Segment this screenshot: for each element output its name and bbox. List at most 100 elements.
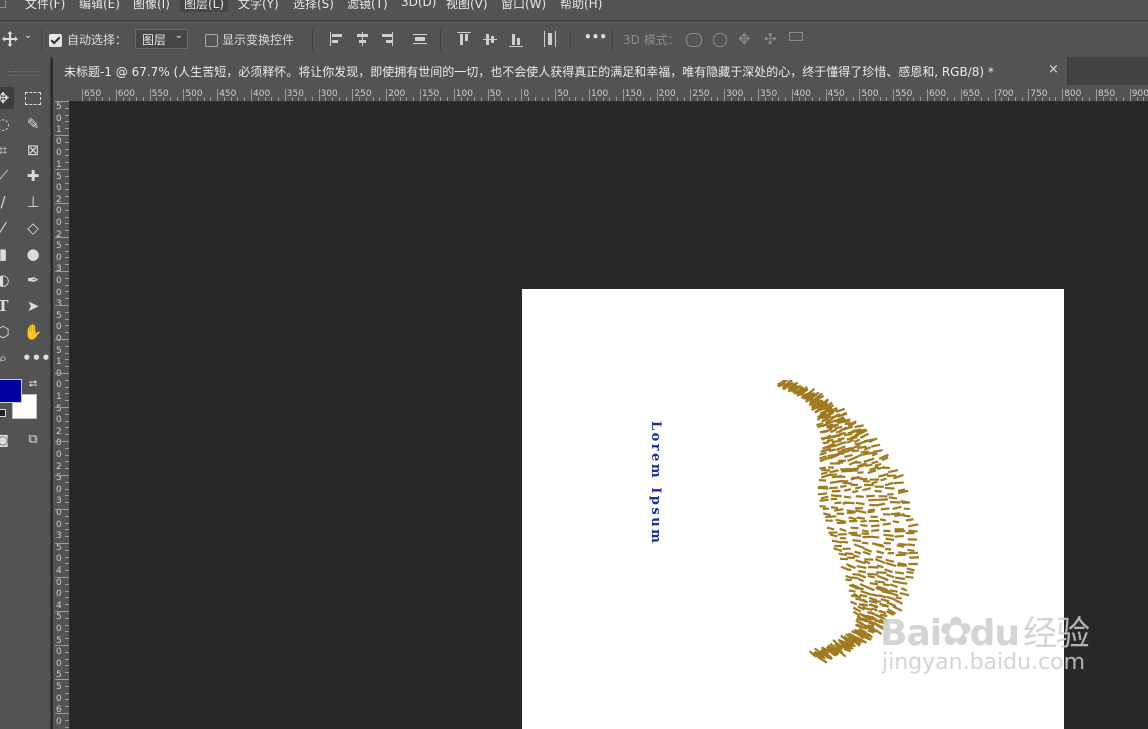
- menu-item-9[interactable]: 窗口(W): [501, 0, 546, 12]
- shape-tool-icon[interactable]: ⬡: [0, 321, 14, 343]
- ruler-minor-tick: [359, 97, 361, 101]
- type-tool-icon[interactable]: T: [0, 295, 14, 317]
- pen-tool-icon[interactable]: ✒: [22, 269, 44, 291]
- menu-item-6[interactable]: 滤镜(T): [347, 0, 388, 12]
- align-bottom-icon[interactable]: [509, 31, 523, 47]
- dodge-tool-icon[interactable]: ◐: [0, 269, 14, 291]
- watermark-suffix: 经验: [1023, 614, 1090, 654]
- layer-dropdown[interactable]: 图层 ⌄: [135, 29, 188, 49]
- ruler-label: 0: [56, 450, 62, 460]
- art-stroke: [831, 489, 841, 493]
- chevron-down-icon[interactable]: ⌄: [24, 30, 32, 41]
- history-brush-tool-icon[interactable]: ⁄: [0, 217, 14, 239]
- art-stroke: [880, 598, 890, 603]
- ruler-minor-tick: [65, 672, 69, 674]
- ruler-label: 0: [56, 148, 62, 159]
- menu-item-1[interactable]: 编辑(E): [79, 0, 120, 12]
- art-stroke: [846, 556, 855, 559]
- auto-select-checkbox[interactable]: [49, 34, 62, 47]
- align-right-icon[interactable]: [380, 31, 394, 47]
- move-tool-icon[interactable]: [2, 31, 18, 47]
- 3d-slide-icon[interactable]: ✣: [764, 30, 777, 48]
- frame-tool-icon[interactable]: ⊠: [22, 139, 44, 161]
- marquee-tool-icon[interactable]: [22, 87, 44, 109]
- vertical-ruler[interactable]: 5010015020025030035005100150200250300350…: [53, 101, 70, 729]
- screen-mode-icon[interactable]: ⧉: [22, 429, 44, 451]
- ruler-minor-tick: [507, 97, 509, 101]
- ruler-tick: [758, 89, 759, 101]
- brush-tool-icon[interactable]: ∕: [0, 191, 14, 213]
- vertical-text-layer[interactable]: Lorem Ipsum: [648, 421, 663, 545]
- 3d-camera-icon[interactable]: [789, 32, 803, 41]
- document-tab[interactable]: 未标题-1 @ 67.7% (人生苦短，必须释怀。将让你发现，即使拥有世间的一切…: [53, 57, 1068, 85]
- ruler-minor-tick: [1068, 97, 1070, 101]
- eraser-tool-icon[interactable]: ◇: [22, 217, 44, 239]
- ruler-minor-tick: [65, 332, 69, 334]
- blur-tool-icon[interactable]: ●: [22, 243, 44, 265]
- move-tool-icon[interactable]: ✥: [0, 87, 14, 109]
- ruler-label: 0: [56, 589, 62, 600]
- close-icon[interactable]: ×: [1048, 62, 1059, 77]
- healing-brush-tool-icon[interactable]: ✚: [22, 165, 44, 187]
- ruler-minor-tick: [55, 543, 69, 544]
- align-left-icon[interactable]: [329, 31, 343, 47]
- menu-item-3[interactable]: 图层(L): [180, 0, 229, 12]
- gradient-tool-icon[interactable]: ▮: [0, 243, 14, 265]
- ruler-label: 600: [117, 89, 135, 99]
- zoom-tool-icon[interactable]: ⌕: [0, 347, 14, 369]
- show-transform-checkbox[interactable]: [205, 34, 218, 47]
- menu-item-4[interactable]: 文字(Y): [238, 0, 279, 12]
- art-stroke: [894, 571, 905, 575]
- align-top-icon[interactable]: [457, 31, 471, 47]
- 3d-roll-icon[interactable]: [713, 33, 727, 47]
- menu-item-10[interactable]: 帮助(H): [560, 0, 602, 12]
- menu-item-5[interactable]: 选择(S): [293, 0, 334, 12]
- crop-tool-icon[interactable]: ⌗: [0, 139, 14, 161]
- ruler-tick: [183, 89, 185, 101]
- ruler-minor-tick: [1082, 97, 1084, 101]
- path-select-tool-icon[interactable]: ➤: [22, 295, 44, 317]
- menu-item-8[interactable]: 视图(V): [446, 0, 488, 12]
- art-stroke: [825, 515, 837, 519]
- distribute-vertical-icon[interactable]: [543, 31, 557, 47]
- 3d-pan-icon[interactable]: ✥: [738, 30, 751, 48]
- ruler-minor-tick: [399, 97, 401, 101]
- art-stroke: [854, 485, 862, 490]
- ruler-minor-tick: [65, 651, 69, 653]
- foreground-color-swatch[interactable]: [0, 379, 22, 403]
- quick-mask-icon[interactable]: ◙: [0, 429, 14, 451]
- horizontal-ruler[interactable]: 650 600 550 500 450 400 350 300 250 200 150 100 50 0 5…: [53, 85, 1148, 102]
- art-stroke: [861, 541, 869, 545]
- ruler-label: 1: [56, 392, 62, 402]
- ruler-label: 250: [354, 89, 372, 99]
- app-logo-icon[interactable]: [0, 0, 6, 8]
- ruler-minor-tick: [933, 97, 935, 101]
- align-horizontal-center-icon[interactable]: [355, 31, 369, 47]
- ruler-label: 250: [692, 89, 710, 99]
- ruler-tick: [589, 89, 590, 101]
- art-stroke: [892, 520, 900, 524]
- ruler-minor-tick: [55, 237, 69, 238]
- align-vertical-center-icon[interactable]: [483, 31, 497, 47]
- more-options-button[interactable]: •••: [584, 30, 607, 44]
- ruler-minor-tick: [278, 97, 280, 101]
- menu-item-2[interactable]: 图像(I): [133, 0, 170, 12]
- hand-tool-icon[interactable]: ✋: [22, 321, 44, 343]
- ruler-label: 0: [56, 136, 62, 147]
- swap-colors-icon[interactable]: ⮂: [22, 373, 44, 395]
- lasso-tool-icon[interactable]: ◌: [0, 113, 14, 135]
- art-stroke: [844, 453, 853, 458]
- more-tools-icon[interactable]: •••: [22, 347, 51, 369]
- ruler-minor-tick: [730, 97, 732, 101]
- ruler-minor-tick: [913, 97, 915, 101]
- default-colors-icon[interactable]: [0, 409, 6, 417]
- art-stroke: [854, 550, 862, 555]
- 3d-orbit-icon[interactable]: [686, 33, 702, 47]
- clone-stamp-tool-icon[interactable]: ⊥: [22, 191, 44, 213]
- menu-item-7[interactable]: 3D(D): [401, 0, 436, 9]
- menu-item-0[interactable]: 文件(F): [25, 0, 65, 12]
- quick-select-tool-icon[interactable]: ✎: [22, 113, 44, 135]
- distribute-horizontal-icon[interactable]: [413, 31, 427, 47]
- art-stroke: [833, 547, 843, 553]
- eyedropper-tool-icon[interactable]: ⟋: [0, 165, 14, 187]
